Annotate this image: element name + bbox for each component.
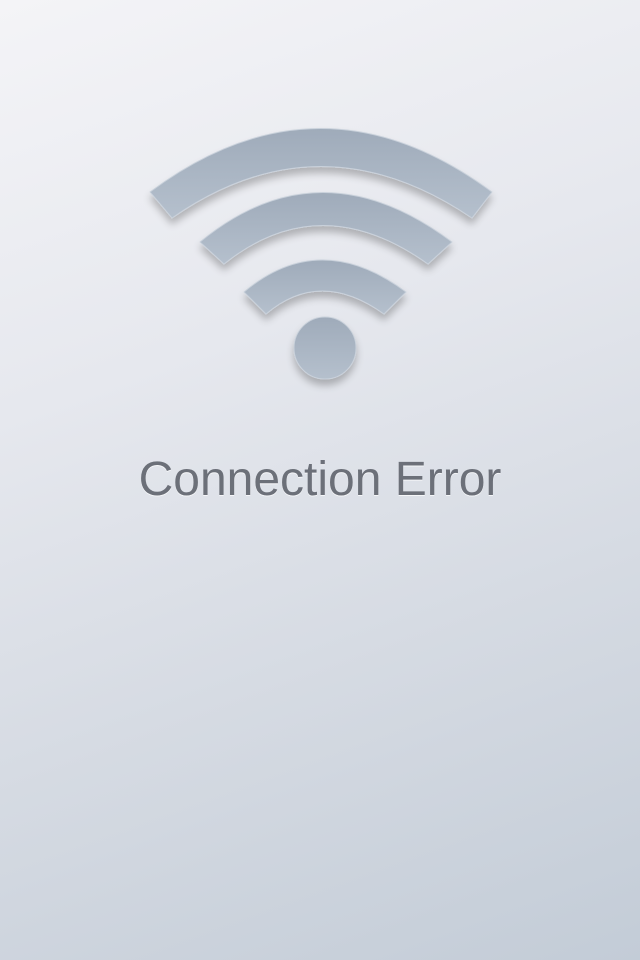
connection-error-screen: Connection Error [0,0,640,960]
wifi-arc-middle [199,192,453,265]
wifi-dot [293,316,357,380]
error-title: Connection Error [138,453,502,506]
wifi-icon [149,128,493,380]
wifi-arc-inner [243,259,407,315]
